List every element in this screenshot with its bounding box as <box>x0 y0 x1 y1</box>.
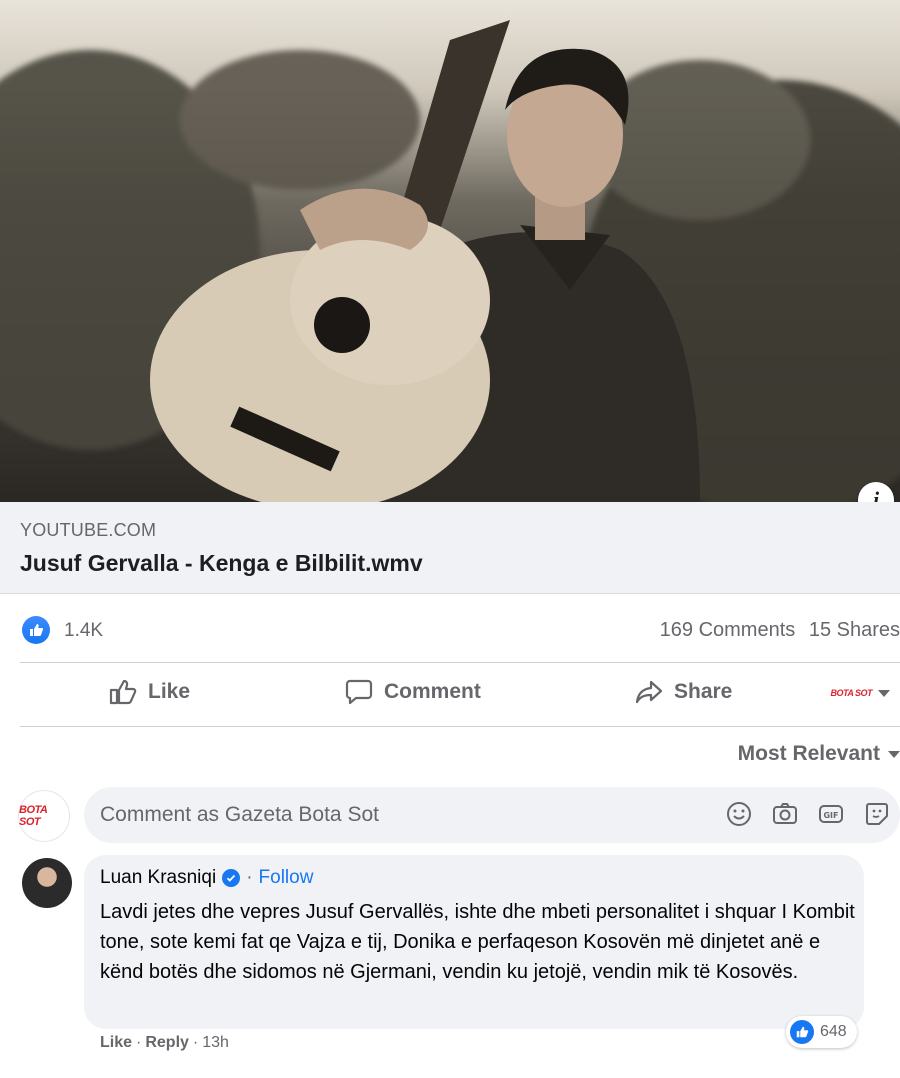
gif-icon[interactable]: GIF <box>818 801 844 827</box>
comment-button-label: Comment <box>384 680 481 703</box>
separator: · <box>246 867 253 888</box>
link-domain: YOUTUBE.COM <box>20 520 157 540</box>
follow-link[interactable]: Follow <box>259 867 314 889</box>
sort-label: Most Relevant <box>737 742 880 765</box>
link-title[interactable]: Jusuf Gervalla - Kenga e Bilbilit.wmv <box>20 550 423 577</box>
like-reaction-icon[interactable] <box>22 616 50 644</box>
reactions-summary: 1.4K 169 Comments 15 Shares <box>0 606 900 652</box>
comment-bubble: Luan Krasniqi · Follow Lavdi jetes dhe v… <box>84 855 864 1029</box>
thumbs-up-icon <box>108 678 138 706</box>
separator: · <box>136 1034 142 1051</box>
link-preview-image[interactable]: i <box>0 0 900 502</box>
comment-actions: Like · Reply · 13h <box>100 1034 229 1052</box>
separator: · <box>192 1034 199 1051</box>
comment-composer[interactable]: GIF <box>84 787 900 843</box>
comment-timestamp[interactable]: 13h <box>202 1034 229 1052</box>
page-selector[interactable]: BOTA SOT <box>830 688 890 698</box>
divider <box>20 662 900 663</box>
like-reaction-icon <box>790 1020 814 1044</box>
comments-count[interactable]: 169 Comments <box>660 619 796 641</box>
like-count[interactable]: 1.4K <box>64 620 103 642</box>
post-action-bar: Like Comment Share BOTA SOT <box>0 666 900 722</box>
share-arrow-icon <box>634 678 664 706</box>
comment-sort-dropdown[interactable]: Most Relevant <box>738 742 900 766</box>
verified-badge-icon <box>222 869 241 887</box>
comment-button[interactable]: Comment <box>344 678 481 706</box>
comment-reactions[interactable]: 648 <box>786 1016 857 1048</box>
svg-text:GIF: GIF <box>823 811 838 820</box>
like-button-label: Like <box>148 680 191 703</box>
link-meta[interactable]: YOUTUBE.COM Jusuf Gervalla - Kenga e Bil… <box>0 502 900 594</box>
like-button[interactable]: Like <box>108 678 190 706</box>
share-button-label: Share <box>674 680 733 703</box>
commenter-avatar[interactable] <box>22 858 72 908</box>
caret-down-icon <box>878 689 890 697</box>
page-avatar[interactable]: BOTA SOT <box>18 790 70 842</box>
comment-text: Lavdi jetes dhe vepres Jusuf Gervallës, … <box>100 901 855 983</box>
comment-reply-link[interactable]: Reply <box>145 1034 189 1052</box>
comment-author-name[interactable]: Luan Krasniqi <box>100 867 216 889</box>
speech-bubble-icon <box>344 678 374 706</box>
camera-icon[interactable] <box>772 801 798 827</box>
comment-input[interactable] <box>100 801 700 829</box>
emoji-icon[interactable] <box>726 801 752 827</box>
caret-down-icon <box>888 750 900 758</box>
divider <box>20 726 900 727</box>
shares-count[interactable]: 15 Shares <box>809 619 900 641</box>
sticker-icon[interactable] <box>864 801 890 827</box>
comment-reaction-count: 648 <box>820 1023 847 1040</box>
comment-like-link[interactable]: Like <box>100 1034 132 1052</box>
page-logo: BOTA SOT <box>830 688 873 698</box>
share-button[interactable]: Share <box>634 678 732 706</box>
guitarist-photo <box>0 20 900 502</box>
